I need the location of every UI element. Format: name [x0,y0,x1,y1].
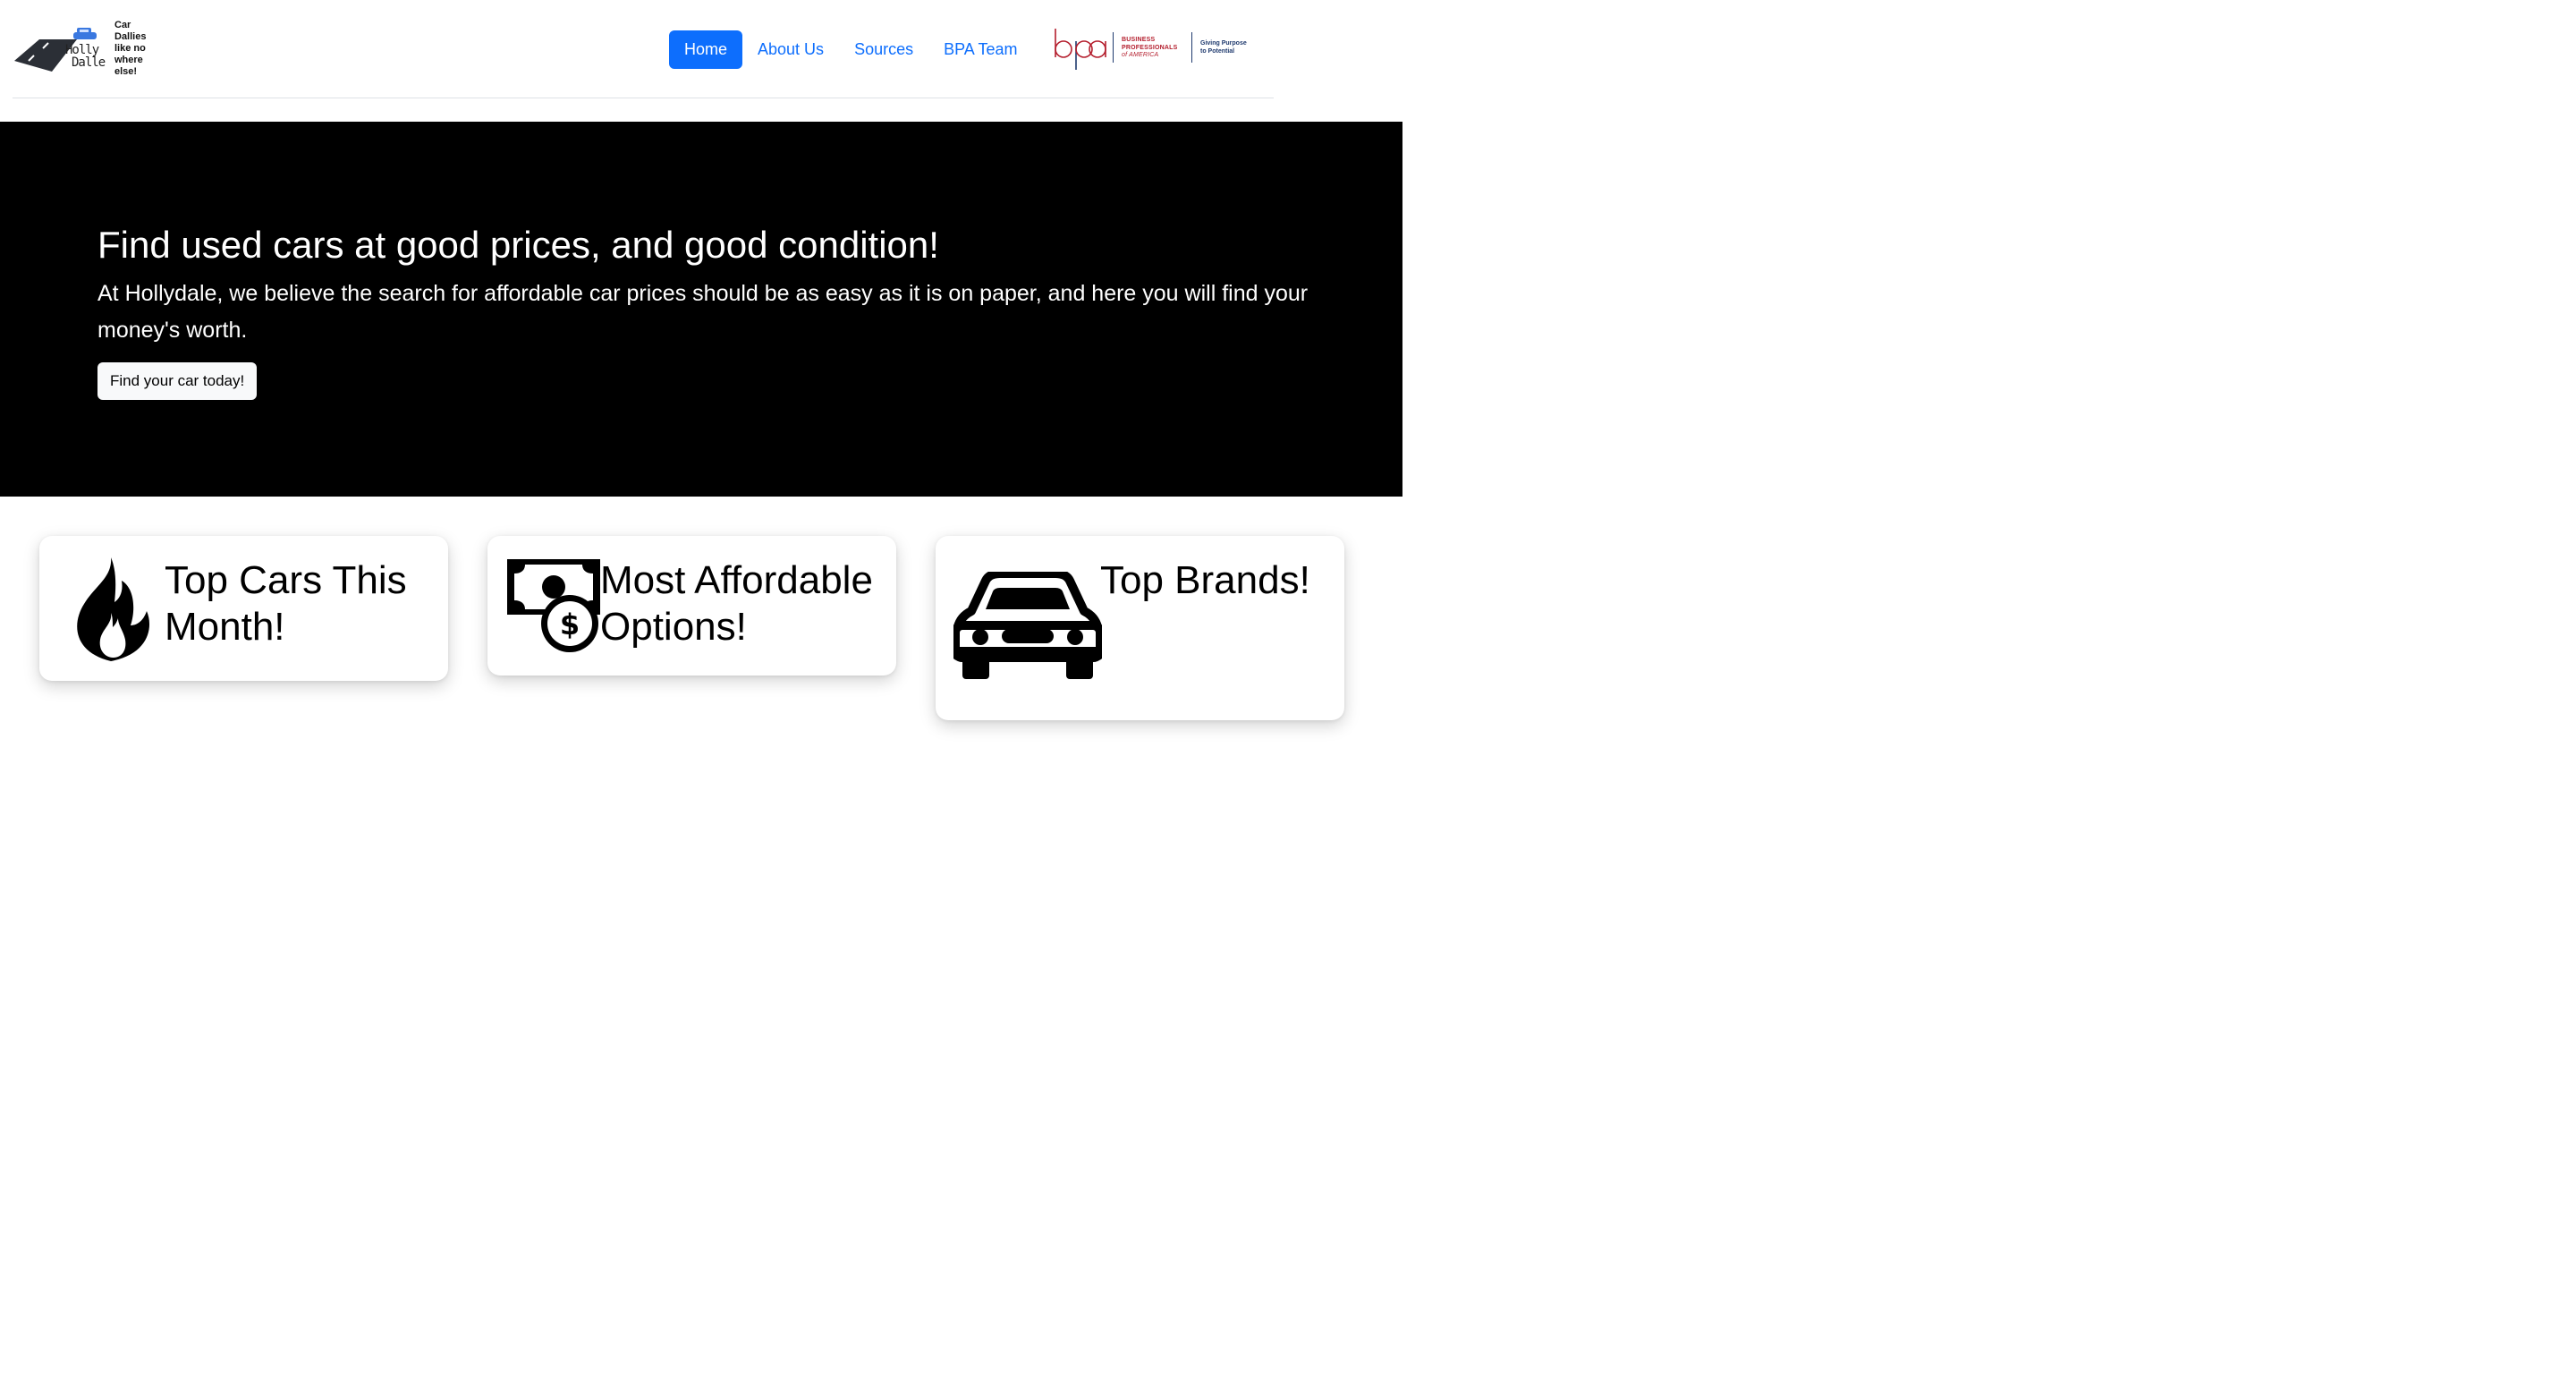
bpa-mark-text: bpa [1079,37,1080,38]
car-icon [953,572,1102,679]
card-title-top-cars: Top Cars This Month! [165,558,407,649]
bpa-logo: bpa BUSINESS PROFESSIONALS of AMERICA Gi… [1052,27,1267,72]
nav-home[interactable]: Home [669,30,743,69]
nav-about-us[interactable]: About Us [742,30,839,69]
bpa-divider-2 [1191,32,1192,63]
hero-title: Find used cars at good prices, and good … [97,224,939,266]
cash-icon: $ [507,559,600,652]
hero-lead: At Hollydale, we believe the search for … [97,281,1309,343]
bpa-mark-icon: bpa [1055,29,1106,70]
brand-name-line2: Dalle [72,55,106,70]
card-title-affordable: Most Affordable Options! [600,558,873,649]
brand-logo-link[interactable]: Holly Dalle Car Dallies like no where el… [13,20,165,82]
find-car-button[interactable]: Find your car today! [97,362,258,400]
nav-bpa-team[interactable]: BPA Team [928,30,1032,69]
fire-icon [77,557,150,661]
site-header: Holly Dalle Car Dallies like no where el… [13,0,1274,98]
nav-sources[interactable]: Sources [839,30,928,69]
bpa-slogan: Giving Purpose to Potential [1200,40,1247,55]
card-top-brands[interactable]: Top Brands! [936,536,1344,720]
main-nav: Home About Us Sources BPA Team [669,30,1033,69]
brand-tagline: Car Dallies like no where else! [114,20,147,77]
card-affordable[interactable]: $ Most Affordable Options! [487,536,896,676]
bpa-org-name: BUSINESS PROFESSIONALS of AMERICA [1122,37,1178,58]
hero-section: Find used cars at good prices, and good … [0,122,1402,497]
svg-text:$: $ [560,608,580,642]
card-title-top-brands: Top Brands! [1100,558,1310,602]
bpa-divider-1 [1113,32,1114,63]
card-top-cars[interactable]: Top Cars This Month! [39,536,448,681]
